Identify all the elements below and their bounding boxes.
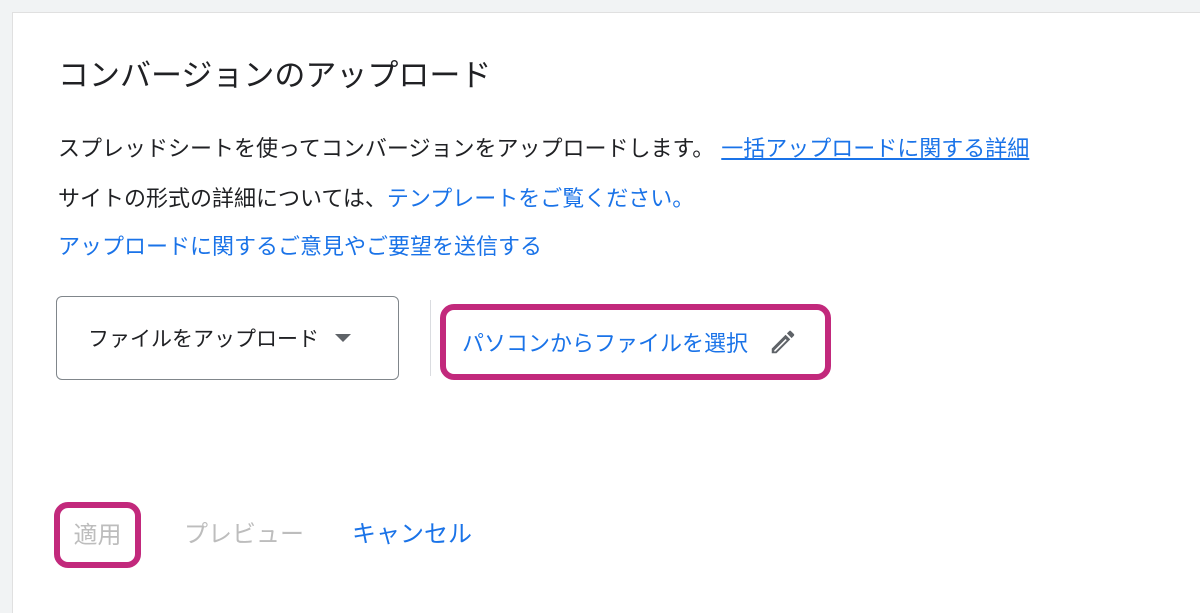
feedback-link[interactable]: アップロードに関するご意見やご要望を送信する: [58, 235, 542, 260]
apply-label: 適用: [73, 521, 122, 549]
template-text: サイトの形式の詳細については、: [58, 187, 387, 212]
preview-button[interactable]: プレビュー: [184, 514, 304, 554]
upload-source-dropdown[interactable]: ファイルをアップロード: [56, 296, 399, 380]
description-text: スプレッドシートを使ってコンバージョンをアップロードします。: [58, 137, 715, 162]
choose-file-button[interactable]: パソコンからファイルを選択: [440, 304, 831, 380]
template-link[interactable]: テンプレートをご覧ください。: [387, 187, 694, 212]
description-line: スプレッドシートを使ってコンバージョンをアップロードします。 一括アップロードに…: [58, 134, 1029, 166]
choose-file-label: パソコンからファイルを選択: [462, 332, 749, 357]
page-title: コンバージョンのアップロード: [58, 58, 492, 94]
template-line: サイトの形式の詳細については、テンプレートをご覧ください。: [58, 184, 694, 216]
chevron-down-icon: [335, 334, 351, 342]
feedback-line: アップロードに関するご意見やご要望を送信する: [58, 232, 542, 264]
apply-button[interactable]: 適用: [54, 502, 141, 568]
bulk-upload-details-link[interactable]: 一括アップロードに関する詳細: [721, 137, 1029, 162]
cancel-button[interactable]: キャンセル: [352, 514, 472, 554]
divider: [430, 300, 431, 376]
upload-source-label: ファイルをアップロード: [88, 327, 319, 351]
pencil-icon: [768, 327, 798, 357]
